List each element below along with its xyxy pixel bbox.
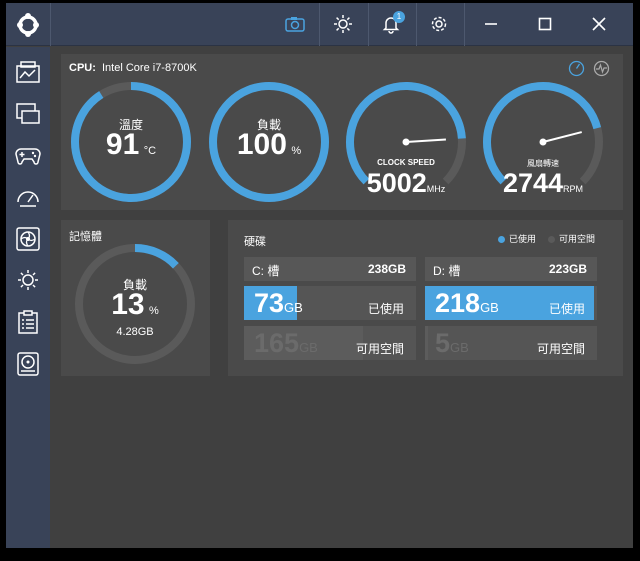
camera-icon[interactable] [282,11,308,37]
gamepad-icon[interactable] [13,140,43,170]
cpu-label: CPU: [69,62,96,74]
disk-panel: 硬碟 已使用 可用空間 C: 槽 238GB 73GB 已使用 165GB 可用… [228,220,623,376]
drive-d-used-unit: GB [480,300,499,315]
dashboard-icon[interactable] [6,52,50,92]
temperature-unit: °C [143,145,157,157]
drive-c-used-value: 73 [254,288,285,318]
cpu-load-gauge: 負載 100 % [207,80,331,204]
drive-c-free-label: 可用空間 [355,342,404,356]
temperature-gauge: 溫度 91 °C [69,80,193,204]
close-icon[interactable] [586,11,612,37]
memory-size: 4.28GB [116,326,154,338]
drive-c-total: 238GB [367,262,406,276]
legend-used: 已使用 [498,232,536,245]
memory-load-gauge: 負載 13 % 4.28GB [73,242,197,366]
clipboard-icon[interactable] [13,307,43,337]
clock-speed-title: CLOCK SPEED [377,158,435,167]
drive-d-free-label: 可用空間 [536,342,585,356]
drive-c-free-value: 165 [254,328,300,358]
fan-speed-gauge: 風扇轉速 2744RPM [481,80,605,208]
bell-icon[interactable]: 1 [378,11,405,37]
cpu-model: Intel Core i7-8700K [102,62,197,74]
drive-d-used-value: 218 [435,288,481,318]
drive-d-free-unit: GB [450,340,469,355]
notification-badge: 1 [393,11,405,23]
top-bar: 1 [6,3,633,46]
sidebar [6,47,50,548]
waveform-icon[interactable] [593,60,610,81]
clock-speed-gauge: CLOCK SPEED 5002MHz [344,80,468,208]
memory-load-unit: % [149,305,159,317]
drive-d-total: 223GB [548,262,587,276]
cpu-load-value: 100 [236,128,287,161]
legend-free-dot [548,236,555,244]
drive-d-header[interactable]: D: 槽 223GB [425,257,597,281]
app-window: 1 CPU: Intel Core i7-8700K 溫度 91 °C 負載 1… [6,3,633,548]
temperature-value: 91 [105,128,140,161]
monitor-icon[interactable] [13,99,43,129]
drive-d-used-label: 已使用 [548,302,585,316]
memory-load-value: 13 [111,288,145,321]
speedometer-icon[interactable] [568,60,585,81]
drive-d-free-bar [425,326,429,360]
drive-c-used-unit: GB [284,300,303,315]
drive-d-name: D: 槽 [433,264,461,278]
cpu-load-unit: % [291,145,302,157]
gear-icon[interactable] [426,11,452,37]
drive-d-free: 5GB 可用空間 [425,326,597,360]
fan-speed-unit: RPM [563,184,584,194]
drive-d-used: 218GB 已使用 [425,286,597,320]
speedometer-icon[interactable] [13,182,43,212]
drive-c-used: 73GB 已使用 [244,286,416,320]
disk-icon[interactable] [13,349,43,379]
clock-speed-value: 5002 [366,168,427,198]
brightness-icon[interactable] [330,11,356,37]
drive-d-free-value: 5 [435,328,451,358]
brightness-icon[interactable] [13,265,43,295]
memory-panel: 記憶體 負載 13 % 4.28GB [61,220,210,376]
minimize-icon[interactable] [478,11,504,37]
logo-icon[interactable] [6,3,50,46]
maximize-icon[interactable] [532,11,558,37]
drive-c-name: C: 槽 [252,264,280,278]
drive-c-free-unit: GB [299,340,318,355]
disk-title: 硬碟 [244,236,266,248]
drive-c-used-label: 已使用 [367,302,404,316]
drive-c-free: 165GB 可用空間 [244,326,416,360]
clock-speed-unit: MHz [426,184,446,194]
drive-c-header[interactable]: C: 槽 238GB [244,257,416,281]
cpu-panel: CPU: Intel Core i7-8700K 溫度 91 °C 負載 100… [61,54,623,210]
legend-used-dot [498,236,505,244]
fan-icon[interactable] [13,224,43,254]
fan-speed-value: 2744 [502,168,564,198]
legend-free: 可用空間 [548,232,595,245]
